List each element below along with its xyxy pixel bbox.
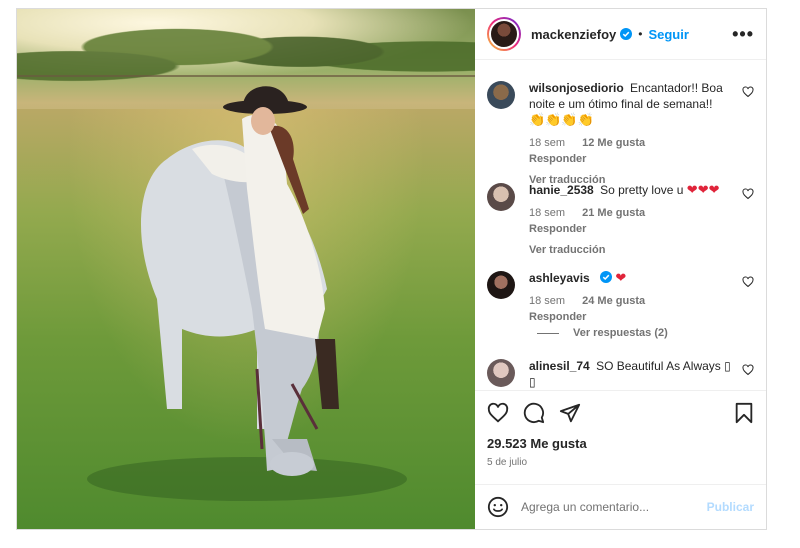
comment-icon[interactable] — [523, 402, 545, 424]
post-side-panel: mackenziefoy • Seguir ••• wilsonjosedior… — [475, 9, 766, 529]
comment-time[interactable]: 18 sem — [529, 137, 565, 149]
add-comment-bar: Publicar — [475, 484, 766, 529]
view-replies-label: Ver respuestas (2) — [573, 327, 668, 339]
comment-heart-icon[interactable] — [742, 188, 754, 200]
comment-emoji: ❤❤❤ — [686, 182, 720, 197]
translate-link[interactable]: Ver traducción — [529, 242, 732, 258]
comment-username[interactable]: wilsonjosediorio — [529, 81, 624, 95]
comment-text: SO Beautiful As Always — [596, 359, 721, 373]
comment-item: ashleyavis ❤ 18 sem 24 Me gusta Responde… — [487, 270, 754, 325]
post-image[interactable] — [17, 9, 475, 529]
post-header: mackenziefoy • Seguir ••• — [475, 9, 766, 60]
comment-input[interactable] — [521, 500, 707, 514]
share-icon[interactable] — [559, 402, 581, 424]
verified-icon — [620, 28, 633, 40]
post-card: mackenziefoy • Seguir ••• wilsonjosedior… — [16, 8, 767, 530]
comment-username[interactable]: hanie_2538 — [529, 183, 594, 197]
comment-item: wilsonjosediorio Encantador!! Boa noite … — [487, 80, 754, 188]
comment-heart-icon[interactable] — [742, 364, 754, 376]
reply-button[interactable]: Responder — [529, 311, 586, 323]
comment-username[interactable]: alinesil_74 — [529, 359, 590, 373]
comment-heart-icon[interactable] — [742, 86, 754, 98]
comment-heart-icon[interactable] — [742, 276, 754, 288]
comment-time[interactable]: 18 sem — [529, 207, 565, 219]
emoji-icon[interactable] — [487, 496, 509, 518]
comments-list: wilsonjosediorio Encantador!! Boa noite … — [475, 60, 766, 390]
commenter-avatar[interactable] — [487, 271, 515, 299]
commenter-avatar[interactable] — [487, 183, 515, 211]
author-avatar[interactable] — [487, 17, 521, 51]
save-icon[interactable] — [734, 402, 754, 424]
post-actions — [475, 390, 766, 434]
comment-item: hanie_2538 So pretty love u ❤❤❤ 18 sem 2… — [487, 182, 754, 258]
verified-icon — [600, 271, 613, 283]
follow-button[interactable]: Seguir — [648, 27, 688, 42]
publish-button[interactable]: Publicar — [707, 500, 754, 514]
post-date: 5 de julio — [487, 457, 528, 468]
comment-likes[interactable]: 21 Me gusta — [582, 207, 645, 219]
more-options-icon[interactable]: ••• — [732, 24, 754, 45]
commenter-avatar[interactable] — [487, 81, 515, 109]
heart-icon[interactable] — [487, 402, 509, 424]
comment-likes[interactable]: 24 Me gusta — [582, 295, 645, 307]
comment-text: So pretty love u — [600, 183, 684, 197]
horse-rider-illustration — [87, 86, 407, 501]
comment-username[interactable]: ashleyavis — [529, 271, 590, 285]
comment-emoji: 👏👏👏👏 — [529, 112, 594, 127]
comment-time[interactable]: 18 sem — [529, 295, 565, 307]
commenter-avatar[interactable] — [487, 359, 515, 387]
reply-button[interactable]: Responder — [529, 153, 586, 165]
reply-button[interactable]: Responder — [529, 223, 586, 235]
author-username[interactable]: mackenziefoy — [531, 27, 616, 42]
comment-emoji: ❤ — [615, 270, 627, 285]
separator-dot: • — [638, 27, 643, 41]
comment-likes[interactable]: 12 Me gusta — [582, 137, 645, 149]
likes-count[interactable]: 29.523 Me gusta — [475, 436, 766, 451]
view-replies-button[interactable]: Ver respuestas (2) — [537, 327, 668, 339]
comment-item: alinesil_74 SO Beautiful As Always ▯ ▯ — [487, 358, 754, 390]
